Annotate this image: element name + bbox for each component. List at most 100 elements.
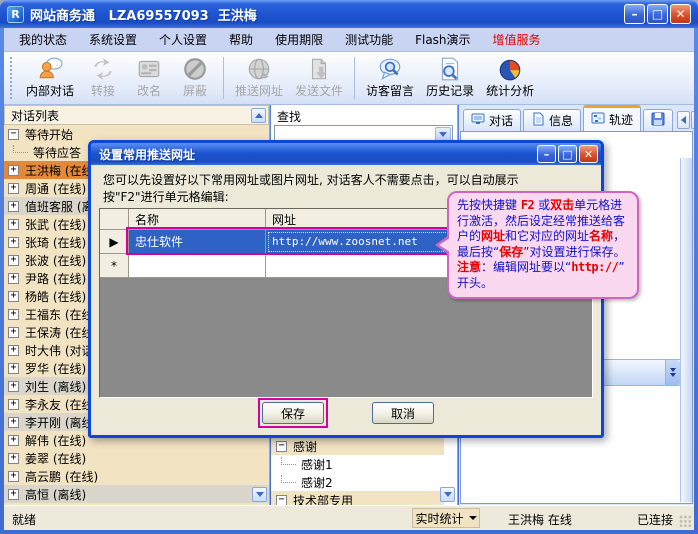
close-button[interactable]: ✕ [670,4,691,24]
status-ready: 就绪 [12,511,36,528]
menu-item-test-functions[interactable]: 测试功能 [334,28,404,51]
history-icon [437,56,463,82]
help-tooltip: 先按快捷键 F2 或双击单元格进行激活，然后设定经常推送给客户的网址和它对应的网… [447,191,639,299]
tree-item[interactable]: 感谢2 [271,473,444,491]
expand-icon[interactable]: + [8,183,19,194]
roster-row-label: 姜翠 (在线) [25,450,86,467]
cell-name[interactable]: 忠仕软件 [129,230,266,254]
tab-info[interactable]: 信息 [523,109,581,131]
block-icon [182,56,208,82]
scroll-down-button[interactable] [440,487,455,502]
toolbar-button-label: 推送网址 [235,82,283,99]
dialog-maximize-button[interactable]: □ [558,145,577,163]
menu-item-personal-settings[interactable]: 个人设置 [148,28,218,51]
expand-icon[interactable]: + [8,471,19,482]
tab-scroll-left-button[interactable] [677,111,690,129]
menu-item-system-settings[interactable]: 系统设置 [78,28,148,51]
expand-icon[interactable]: + [8,201,19,212]
resize-grip[interactable] [679,515,692,528]
collapse-icon[interactable]: − [276,495,287,506]
expand-icon[interactable]: + [8,255,19,266]
realtime-stats-dropdown[interactable]: 实时统计 [412,508,480,528]
quick-phrase-tree: −感谢感谢1感谢2−技术部专用 [271,437,444,505]
cancel-button[interactable]: 取消 [372,402,434,424]
toolbar-button-label: 转接 [91,82,115,99]
toolbar-separator [223,57,224,99]
tooltip-line: 行激活，然后设定经常推送给客 [457,214,631,230]
menu-item-help[interactable]: 帮助 [218,28,264,51]
expand-icon[interactable]: + [8,219,19,230]
tab-scroll-right-button[interactable] [691,111,694,129]
toolbar-button-label: 发送文件 [295,82,343,99]
expand-icon[interactable]: + [8,417,19,428]
collapse-chevron-button[interactable] [665,360,680,385]
status-user: 王洪梅 在线 [508,511,572,528]
roster-row[interactable]: + 姜翠 (在线) [4,449,269,467]
toolbar-button-label: 改名 [137,82,161,99]
toolbar-button-statistics[interactable]: 统计分析 [480,55,540,99]
tab-label: 轨迹 [609,111,633,128]
minimize-button[interactable]: – [624,4,645,24]
expand-icon[interactable]: + [8,345,19,356]
roster-row-label: 高恒 (离线) [25,486,86,503]
current-row-indicator: ▶ [100,230,129,254]
menu-item-my-status[interactable]: 我的状态 [8,28,78,51]
tab-track[interactable]: 轨迹 [583,105,641,131]
roster-row-label: 高云鹏 (在线) [25,468,98,485]
find-label: 查找 [277,108,301,125]
expand-icon[interactable]: + [8,453,19,464]
expand-icon[interactable]: + [8,435,19,446]
expand-icon[interactable]: + [8,399,19,410]
roster-row[interactable]: + 高云鹏 (在线) [4,467,269,485]
toolbar-button-history[interactable]: 历史记录 [420,55,480,99]
tab-dialog[interactable]: 对话 [463,109,521,131]
toolbar-button-internal-chat[interactable]: 内部对话 [20,55,80,99]
roster-row[interactable]: + 高恒 (离线) [4,485,269,503]
app-window: R 网站商务通 LZA69557093 王洪梅 – □ ✕ 我的状态系统设置个人… [0,0,698,534]
internal-chat-icon [37,56,63,82]
menu-bar: 我的状态系统设置个人设置帮助使用期限测试功能Flash演示增值服务 [4,28,694,52]
toolbar-grip[interactable] [10,57,14,99]
expand-icon[interactable]: + [8,273,19,284]
dialog-close-button[interactable]: ✕ [579,145,598,163]
menu-item-flash-demo[interactable]: Flash演示 [404,28,481,51]
arrow-down-icon [256,492,264,497]
dialog-minimize-button[interactable]: – [537,145,556,163]
scroll-up-button[interactable] [251,108,266,123]
tab-scroll-arrows [677,109,694,131]
expand-icon[interactable]: + [8,381,19,392]
expand-icon[interactable]: + [8,165,19,176]
expand-icon[interactable]: + [8,237,19,248]
tree-item[interactable]: −感谢 [271,437,444,455]
roster-row-label: 张波 (在线) [25,252,86,269]
expand-icon[interactable]: + [8,489,19,500]
column-header-name[interactable]: 名称 [129,209,266,230]
expand-icon[interactable]: + [8,327,19,338]
expand-icon[interactable]: + [8,363,19,374]
maximize-button[interactable]: □ [647,4,668,24]
tab-save[interactable] [643,109,673,131]
tooltip-line: 先按快捷键 F2 或双击单元格进 [457,198,631,214]
toolbar-button-visitor-message[interactable]: 访客留言 [360,55,420,99]
expand-icon[interactable]: + [8,291,19,302]
save-button[interactable]: 保存 [262,402,324,424]
scroll-down-button[interactable] [252,487,267,502]
tree-item[interactable]: −技术部专用 [271,491,444,505]
menu-item-value-added-services[interactable]: 增值服务 [482,28,552,51]
toolbar-button-label: 屏蔽 [183,82,207,99]
right-scrollbar[interactable] [680,158,692,502]
toolbar-button-label: 访客留言 [366,82,414,99]
tree-item[interactable]: 感谢1 [271,455,444,473]
toolbar-button-label: 统计分析 [486,82,534,99]
tree-item-label: 感谢1 [301,456,333,473]
collapse-icon[interactable]: − [8,129,19,140]
conversation-list-title: 对话列表 [11,107,251,124]
tooltip-text: ：编辑网址要以“ [481,260,571,274]
disk-icon [651,112,665,129]
title-bar: R 网站商务通 LZA69557093 王洪梅 – □ ✕ [0,0,698,28]
collapse-icon[interactable]: − [276,441,287,452]
menu-item-usage-period[interactable]: 使用期限 [264,28,334,51]
visitor-message-icon [377,56,403,82]
cell-name[interactable] [129,254,266,278]
expand-icon[interactable]: + [8,309,19,320]
